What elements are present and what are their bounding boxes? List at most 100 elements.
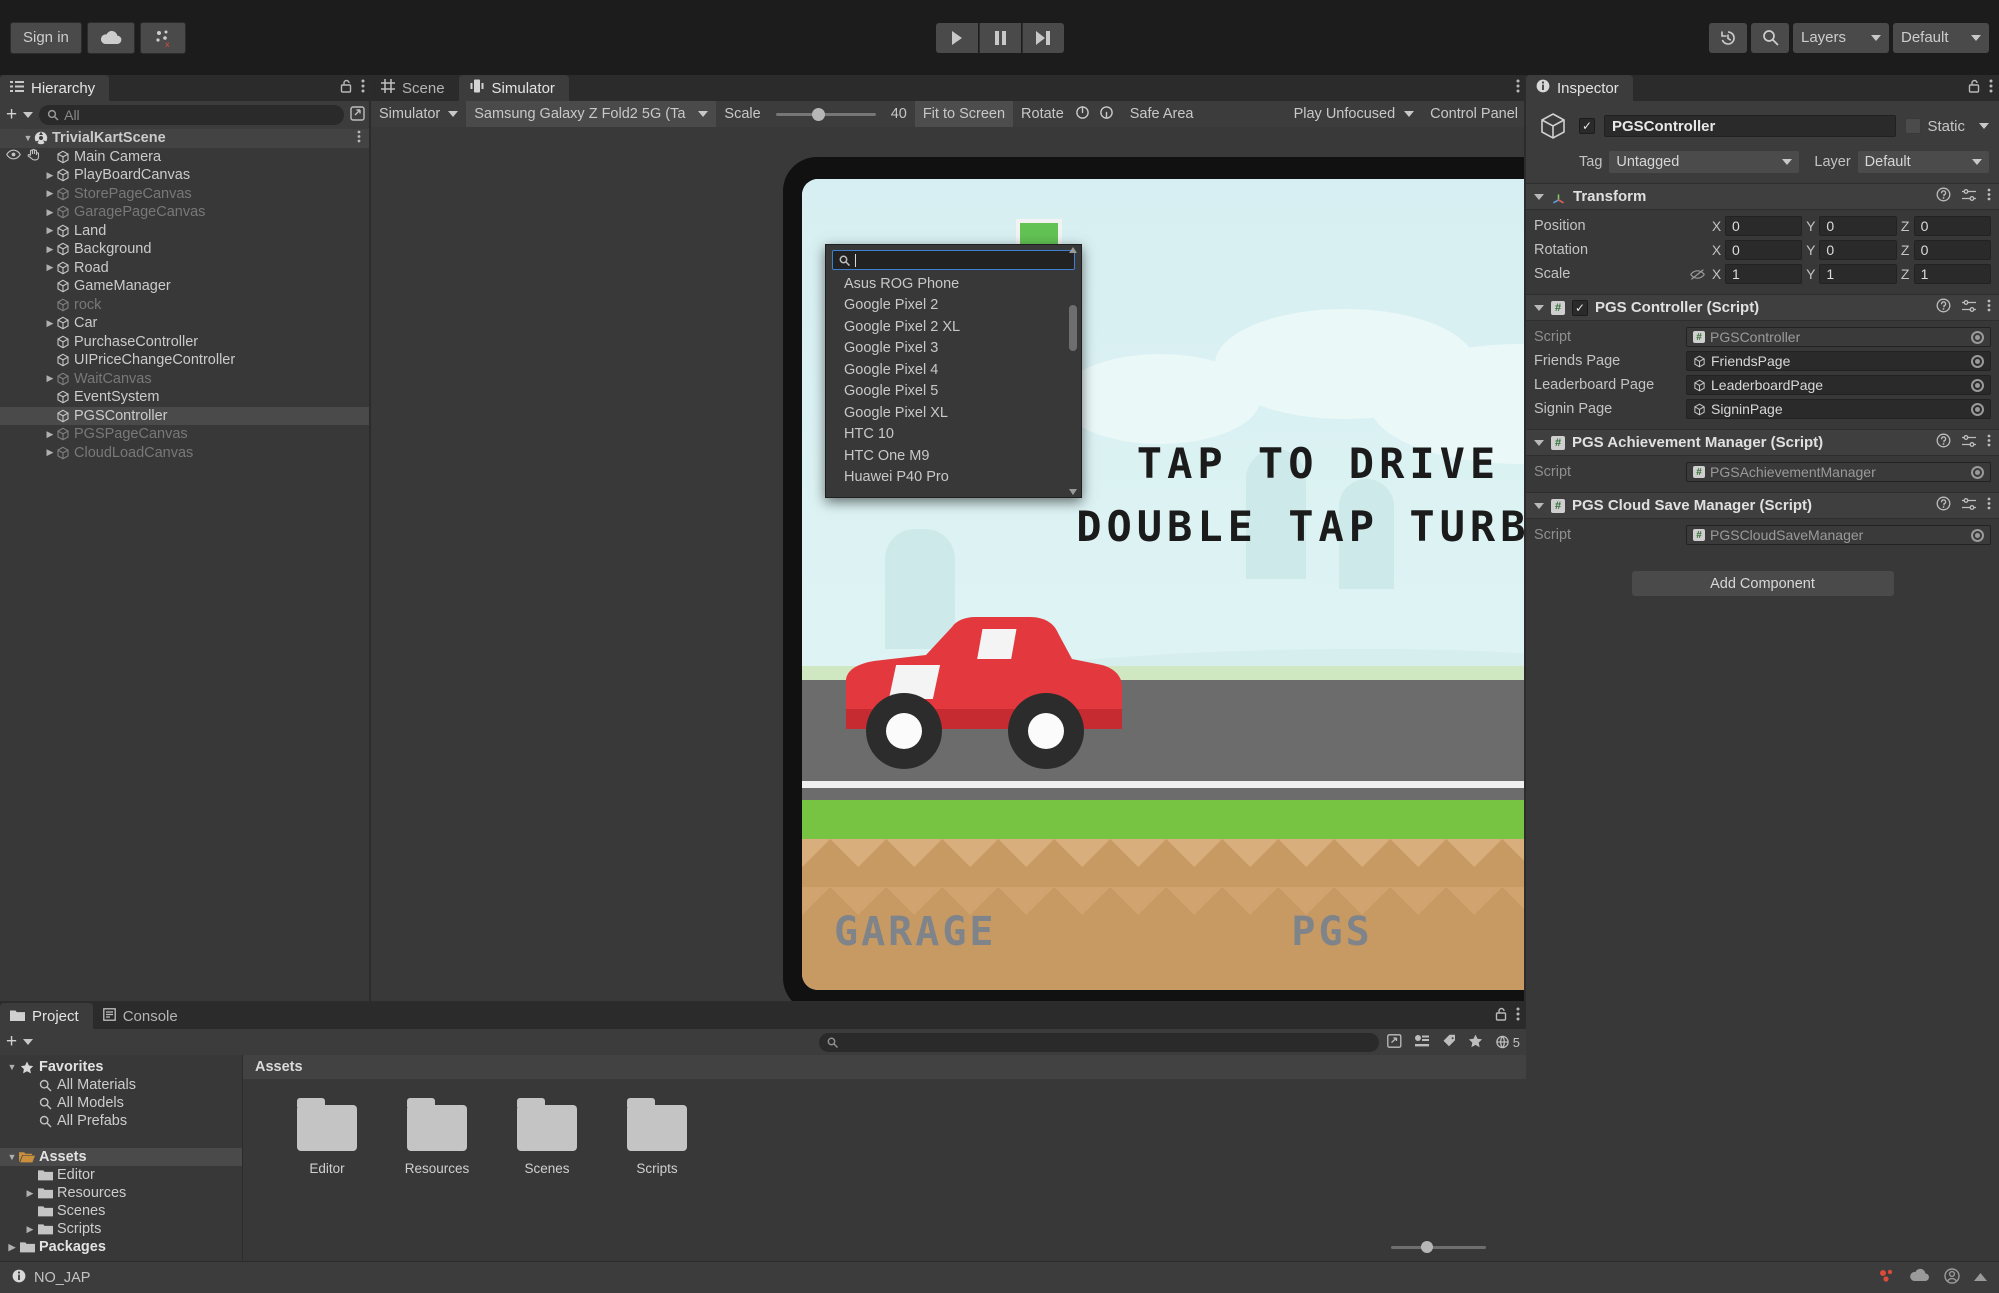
device-option[interactable]: Google Pixel XL [826, 402, 1081, 424]
hierarchy-item-garagepagecanvas[interactable]: ▶ GaragePageCanvas [0, 203, 371, 222]
kebab-menu-icon[interactable] [1987, 188, 1991, 205]
create-object-button[interactable]: + [6, 105, 34, 124]
device-selector-dropdown[interactable]: Samsung Galaxy Z Fold2 5G (Ta [466, 101, 717, 127]
scale-slider-knob[interactable] [811, 107, 825, 121]
control-panel-button[interactable]: Control Panel [1422, 101, 1526, 127]
collapse-arrow-icon[interactable]: ▶ [44, 244, 56, 255]
tab-simulator[interactable]: Simulator [458, 75, 569, 101]
project-tree-item-favorites[interactable]: ▼ Favorites [0, 1058, 242, 1076]
collapse-arrow-icon[interactable]: ▶ [44, 225, 56, 236]
hierarchy-search-input[interactable]: All [39, 105, 344, 125]
device-option[interactable]: Google Pixel 5 [826, 381, 1081, 403]
hierarchy-item-purchasecontroller[interactable]: PurchaseController [0, 333, 371, 352]
object-name-field[interactable]: PGSController [1604, 115, 1897, 137]
cloud-icon[interactable] [86, 21, 135, 54]
object-picker-icon[interactable] [1971, 465, 1984, 479]
collapse-arrow-icon[interactable]: ▶ [44, 447, 56, 458]
tab-project[interactable]: Project [0, 1003, 93, 1029]
static-checkbox[interactable] [1905, 118, 1922, 134]
hierarchy-item-main-camera[interactable]: Main Camera [0, 148, 371, 167]
chevron-up-icon[interactable] [1974, 1269, 1987, 1286]
asset-zoom-knob[interactable] [1421, 1241, 1433, 1253]
device-option[interactable]: Asus ROG Phone [826, 273, 1081, 295]
device-popup-search-input[interactable] [832, 250, 1075, 270]
field-z[interactable]: 1 [1913, 264, 1991, 284]
component-enabled-checkbox[interactable]: ✓ [1572, 299, 1588, 316]
hand-icon[interactable] [27, 148, 40, 165]
scale-slider[interactable] [775, 107, 876, 121]
services-icon[interactable]: x [139, 21, 186, 54]
object-reference-field[interactable]: SigninPage [1686, 399, 1991, 419]
kebab-menu-icon[interactable] [1516, 1007, 1520, 1025]
collapse-arrow-icon[interactable]: ▶ [24, 1188, 36, 1199]
kebab-menu-icon[interactable] [1989, 79, 1993, 97]
asset-zoom-slider[interactable] [1391, 1241, 1486, 1253]
hierarchy-item-land[interactable]: ▶ Land [0, 222, 371, 241]
help-icon[interactable] [1936, 433, 1951, 452]
project-tree-item-all-materials[interactable]: All Materials [0, 1076, 242, 1094]
preset-icon[interactable] [1961, 497, 1977, 515]
collapse-arrow-icon[interactable]: ▶ [44, 262, 56, 273]
error-indicator-icon[interactable] [1878, 1268, 1896, 1288]
scene-badge-count[interactable]: 5 [1495, 1035, 1520, 1050]
preset-icon[interactable] [1961, 299, 1977, 317]
project-tree-item-packages[interactable]: ▶ Packages [0, 1238, 242, 1256]
project-search-input[interactable] [818, 1032, 1379, 1052]
project-tree-item-scenes[interactable]: Scenes [0, 1202, 242, 1220]
collapse-arrow-icon[interactable]: ▶ [44, 207, 56, 218]
preset-icon[interactable] [1961, 434, 1977, 452]
hierarchy-item-storepagecanvas[interactable]: ▶ StorePageCanvas [0, 185, 371, 204]
step-button[interactable] [1021, 22, 1064, 53]
device-option[interactable]: HTC One M9 [826, 445, 1081, 467]
collapse-arrow-icon[interactable]: ▶ [44, 318, 56, 329]
rotate-cw-icon[interactable] [1099, 105, 1114, 124]
collapse-arrow-icon[interactable] [1534, 502, 1544, 509]
play-button[interactable] [935, 22, 978, 53]
device-popup-list[interactable]: Asus ROG Phone Google Pixel 2 Google Pixel… [826, 273, 1081, 488]
device-option[interactable]: Google Pixel 3 [826, 338, 1081, 360]
object-picker-icon[interactable] [1971, 378, 1984, 392]
project-tree-item-all-models[interactable]: All Models [0, 1094, 242, 1112]
tag-dropdown[interactable]: Untagged [1609, 151, 1800, 173]
simulator-mode-dropdown[interactable]: Simulator [371, 101, 466, 127]
device-option[interactable]: Huawei P40 Pro [826, 467, 1081, 489]
component-header[interactable]: # PGS Cloud Save Manager (Script) [1526, 492, 1999, 519]
hierarchy-item-uipricechangecontroller[interactable]: UIPriceChangeController [0, 351, 371, 370]
field-x[interactable]: 0 [1725, 216, 1803, 236]
project-tree-item-scripts[interactable]: ▶ Scripts [0, 1220, 242, 1238]
rotate-ccw-icon[interactable] [1075, 105, 1090, 124]
nav-pgs[interactable]: PGS [1291, 909, 1372, 955]
hierarchy-item-eventsystem[interactable]: EventSystem [0, 388, 371, 407]
component-header[interactable]: # ✓ PGS Controller (Script) [1526, 294, 1999, 321]
collapse-arrow-icon[interactable]: ▶ [44, 373, 56, 384]
project-create-button[interactable]: + [6, 1032, 34, 1051]
help-icon[interactable] [1936, 496, 1951, 515]
collapse-arrow-icon[interactable] [1534, 193, 1544, 200]
scroll-up-arrow-icon[interactable] [1069, 247, 1077, 253]
filter-label-icon[interactable] [1442, 1034, 1456, 1051]
hierarchy-item-playboardcanvas[interactable]: ▶ PlayBoardCanvas [0, 166, 371, 185]
collapse-arrow-icon[interactable]: ▶ [24, 1224, 36, 1235]
asset-item[interactable]: Scenes [503, 1098, 591, 1176]
field-x[interactable]: 0 [1725, 240, 1803, 260]
expand-arrow-icon[interactable]: ▼ [6, 1062, 18, 1072]
add-component-button[interactable]: Add Component [1631, 571, 1894, 596]
game-nav-bar[interactable]: GARAGE PGS STORE [802, 909, 1526, 955]
lock-icon[interactable] [1968, 79, 1980, 97]
constrain-proportions-icon[interactable] [1686, 268, 1708, 281]
project-tree[interactable]: ▼ Favorites All Materials All Models All Pre… [0, 1055, 242, 1287]
hierarchy-item-cloudloadcanvas[interactable]: ▶ CloudLoadCanvas [0, 444, 371, 463]
help-icon[interactable] [1936, 298, 1951, 317]
layer-dropdown[interactable]: Default [1857, 151, 1989, 173]
object-reference-field[interactable]: # PGSController [1686, 327, 1991, 347]
lock-icon[interactable] [340, 79, 352, 97]
project-tree-item-resources[interactable]: ▶ Resources [0, 1184, 242, 1202]
hierarchy-item-gamemanager[interactable]: GameManager [0, 277, 371, 296]
scrollbar-thumb[interactable] [1069, 305, 1077, 351]
hierarchy-item-waitcanvas[interactable]: ▶ WaitCanvas [0, 370, 371, 389]
field-y[interactable]: 1 [1819, 264, 1897, 284]
object-picker-icon[interactable] [1971, 402, 1984, 416]
layers-dropdown[interactable]: Layers [1793, 22, 1889, 53]
collapse-arrow-icon[interactable]: ▶ [44, 188, 56, 199]
project-tree-item-editor[interactable]: Editor [0, 1166, 242, 1184]
